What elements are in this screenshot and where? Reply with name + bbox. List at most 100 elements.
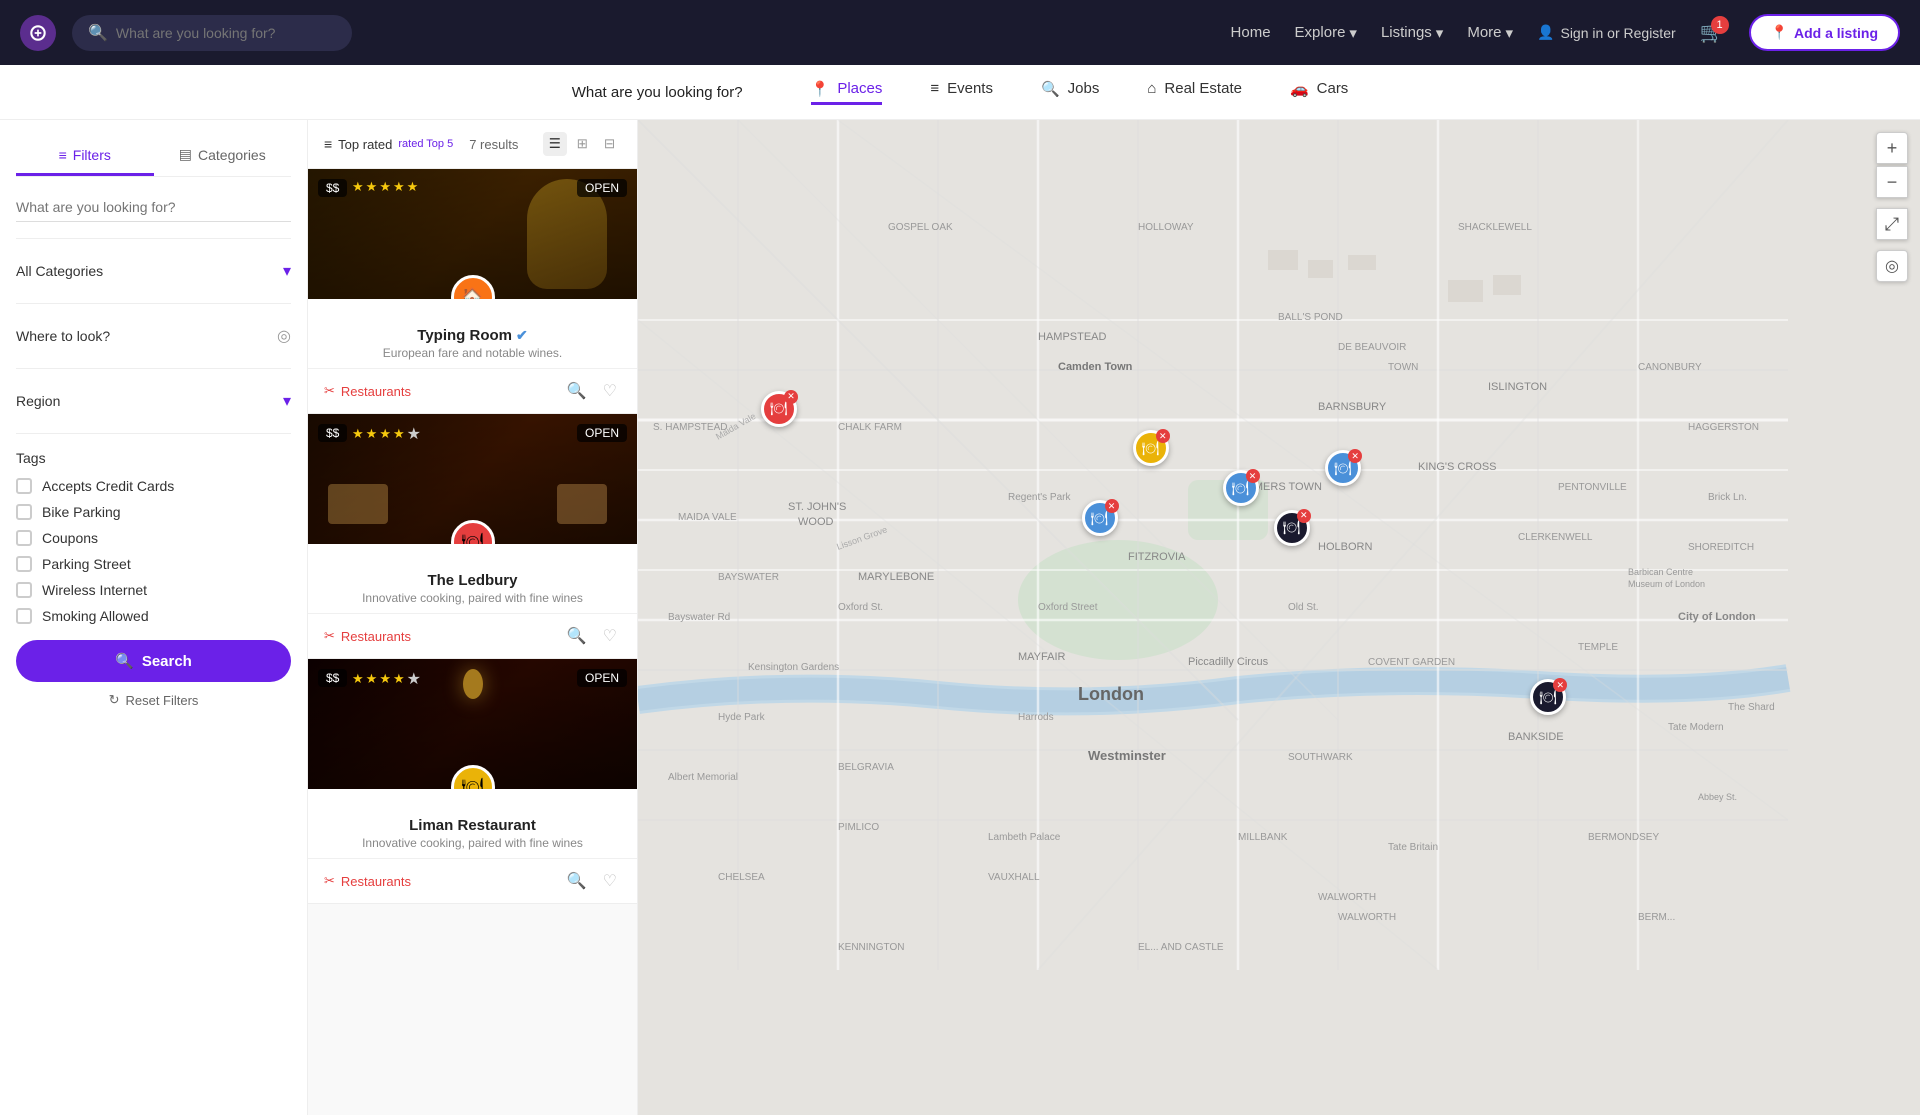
parking-street-checkbox[interactable] (16, 556, 32, 572)
svg-text:Camden Town: Camden Town (1058, 361, 1133, 373)
sidebar-tab-categories[interactable]: ▤ Categories (154, 136, 292, 176)
tab-events[interactable]: ≡ Events (930, 80, 993, 104)
map-pin-2[interactable]: 🍽 ✕ (1082, 500, 1118, 536)
map-pin-4[interactable]: 🍽 ✕ (1223, 470, 1259, 506)
coupons-checkbox[interactable] (16, 530, 32, 546)
svg-text:Piccadilly Circus: Piccadilly Circus (1188, 656, 1269, 668)
map-location-button[interactable]: ◎ (1876, 250, 1908, 282)
map-pin-5[interactable]: 🍽 ✕ (1274, 510, 1310, 546)
card-3-category: ✂ Restaurants (324, 873, 411, 889)
tab-real-estate[interactable]: ⌂ Real Estate (1147, 80, 1242, 104)
listing-card-1[interactable]: $$ ★★★★★ OPEN 🏠 Typing Room ✔ European f… (308, 169, 637, 414)
tag-coupons: Coupons (16, 530, 291, 546)
svg-text:Lambeth Palace: Lambeth Palace (988, 832, 1061, 843)
main-search-input[interactable] (116, 25, 336, 41)
cars-icon: 🚗 (1290, 80, 1309, 98)
svg-text:Brick Ln.: Brick Ln. (1708, 492, 1747, 503)
what-looking-filter (16, 193, 291, 239)
card-2-category: ✂ Restaurants (324, 628, 411, 644)
map-zoom-out-button[interactable]: − (1876, 166, 1908, 198)
view-grid-button[interactable]: ⊞ (571, 132, 594, 156)
map-area: HAMPSTEAD GOSPEL OAK HOLLOWAY SHACKLEWEL… (638, 120, 1920, 1115)
tag-parking-street: Parking Street (16, 556, 291, 572)
logo-icon[interactable] (20, 15, 56, 51)
listing-card-3[interactable]: $$ ★★★★★ OPEN 🍽 Liman Restaurant Innovat… (308, 659, 637, 904)
nav-links: Home Explore ▾ Listings ▾ More ▾ 👤 Sign … (1231, 14, 1900, 51)
accepts-credit-cards-checkbox[interactable] (16, 478, 32, 494)
notifications-button[interactable]: 🛒 1 (1700, 20, 1725, 45)
svg-text:ST. JOHN'S: ST. JOHN'S (788, 501, 846, 513)
region-select[interactable]: Region ▾ (16, 385, 291, 417)
tab-cars[interactable]: 🚗 Cars (1290, 80, 1348, 105)
svg-text:HOLBORN: HOLBORN (1318, 541, 1372, 553)
card-2-price: $$ (318, 424, 347, 442)
card-image-1: $$ ★★★★★ OPEN 🏠 (308, 169, 637, 299)
card-image-2: $$ ★★★★★ OPEN 🍽 (308, 414, 637, 544)
svg-text:MILLBANK: MILLBANK (1238, 832, 1288, 843)
map-zoom-in-button[interactable]: + (1876, 132, 1908, 164)
search-button[interactable]: 🔍 Search (16, 640, 291, 682)
card-3-price: $$ (318, 669, 347, 687)
events-icon: ≡ (930, 80, 939, 97)
what-looking-input[interactable] (16, 193, 291, 222)
restaurant-icon-1: ✂ (324, 383, 335, 399)
svg-text:SHACKLEWELL: SHACKLEWELL (1458, 222, 1532, 233)
svg-text:SHOREDITCH: SHOREDITCH (1688, 542, 1754, 553)
chevron-down-icon: ▾ (1506, 24, 1514, 42)
wireless-internet-checkbox[interactable] (16, 582, 32, 598)
svg-text:PIMLICO: PIMLICO (838, 822, 879, 833)
svg-text:FITZROVIA: FITZROVIA (1128, 551, 1186, 563)
card-1-search-button[interactable]: 🔍 (563, 377, 591, 405)
smoking-allowed-checkbox[interactable] (16, 608, 32, 624)
tag-bike-parking: Bike Parking (16, 504, 291, 520)
card-1-name: Typing Room ✔ (324, 327, 621, 344)
secondary-navigation: What are you looking for? 📍 Places ≡ Eve… (0, 65, 1920, 120)
svg-text:Hyde Park: Hyde Park (718, 712, 766, 723)
nav-listings[interactable]: Listings ▾ (1381, 24, 1443, 42)
sign-in-button[interactable]: 👤 Sign in or Register (1537, 24, 1676, 41)
nav-more[interactable]: More ▾ (1467, 24, 1513, 42)
card-2-favorite-button[interactable]: ♡ (599, 622, 621, 650)
map-pin-7[interactable]: 🍽 ✕ (1530, 679, 1566, 715)
view-list-button[interactable]: ☰ (543, 132, 567, 156)
svg-text:HAGGERSTON: HAGGERSTON (1688, 422, 1759, 433)
listing-card-2[interactable]: $$ ★★★★★ OPEN 🍽 The Ledbury Innovative c… (308, 414, 637, 659)
svg-text:ISLINGTON: ISLINGTON (1488, 381, 1547, 393)
svg-text:Oxford St.: Oxford St. (838, 602, 883, 613)
card-1-actions: 🔍 ♡ (563, 377, 621, 405)
card-1-favorite-button[interactable]: ♡ (599, 377, 621, 405)
card-3-desc: Innovative cooking, paired with fine win… (324, 836, 621, 850)
svg-text:KENNINGTON: KENNINGTON (838, 942, 905, 953)
region-filter: Region ▾ (16, 385, 291, 434)
chevron-down-icon: ▾ (1349, 24, 1357, 42)
main-search-bar[interactable]: 🔍 (72, 15, 352, 51)
card-3-footer: ✂ Restaurants 🔍 ♡ (308, 858, 637, 903)
svg-text:BELGRAVIA: BELGRAVIA (838, 762, 894, 773)
card-2-search-button[interactable]: 🔍 (563, 622, 591, 650)
tab-jobs[interactable]: 🔍 Jobs (1041, 80, 1099, 105)
category-select[interactable]: All Categories ▾ (16, 255, 291, 287)
tab-places[interactable]: 📍 Places (811, 80, 883, 105)
add-listing-button[interactable]: 📍 Add a listing (1749, 14, 1900, 51)
where-to-look-select[interactable]: Where to look? ◎ (16, 320, 291, 352)
reset-filters-button[interactable]: ↻ Reset Filters (16, 692, 291, 708)
map-pin-3[interactable]: 🍽 ✕ (1133, 430, 1169, 466)
map-fullscreen-button[interactable]: ⤢ (1876, 208, 1908, 240)
svg-text:TOWN: TOWN (1388, 362, 1418, 373)
map-pin-6[interactable]: 🍽 ✕ (1325, 450, 1361, 486)
card-3-favorite-button[interactable]: ♡ (599, 867, 621, 895)
nav-explore[interactable]: Explore ▾ (1295, 24, 1357, 42)
svg-text:EL... AND CASTLE: EL... AND CASTLE (1138, 942, 1224, 953)
card-3-search-button[interactable]: 🔍 (563, 867, 591, 895)
pin-icon: 📍 (1771, 24, 1788, 41)
card-2-stars: ★★★★★ (352, 424, 421, 444)
bike-parking-checkbox[interactable] (16, 504, 32, 520)
sidebar-tab-filters[interactable]: ≡ Filters (16, 136, 154, 176)
map-pin-1[interactable]: 🍽 ✕ (761, 391, 797, 427)
svg-text:WOOD: WOOD (798, 516, 833, 528)
main-layout: ≡ Filters ▤ Categories All Categories ▾ … (0, 120, 1920, 1115)
chevron-down-icon: ▾ (283, 261, 291, 281)
nav-home[interactable]: Home (1231, 24, 1271, 41)
svg-text:BERM...: BERM... (1638, 912, 1675, 923)
view-compact-button[interactable]: ⊟ (598, 132, 621, 156)
